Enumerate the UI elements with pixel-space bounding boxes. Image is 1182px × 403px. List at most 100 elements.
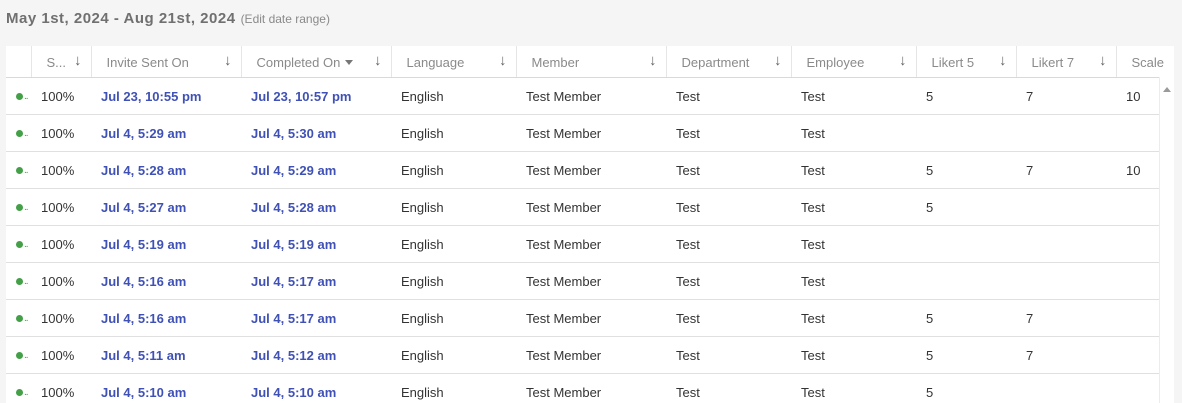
column-header-language[interactable]: Language ↓ [391,46,517,78]
invite-sent-cell[interactable]: Jul 4, 5:10 am [91,373,241,403]
completed-on-cell[interactable]: Jul 4, 5:17 am [241,299,391,337]
status-complete-dot-icon [16,203,23,211]
sort-arrow-icon[interactable]: ↓ [1099,52,1107,69]
column-header-likert-7[interactable]: Likert 7 ↓ [1016,46,1117,78]
table-row[interactable]: .. 100% Jul 4, 5:11 am Jul 4, 5:12 am Englis… [6,336,1174,374]
language-cell-value: English [401,310,444,326]
status-truncation-icon: .. [24,127,28,139]
completed-on-cell-value[interactable]: Jul 4, 5:19 am [251,237,336,252]
completed-on-cell-value[interactable]: Jul 4, 5:10 am [251,385,336,400]
table-header-row: S... ↓ Invite Sent On ↓ Completed On ↓ L… [6,46,1174,78]
invite-sent-cell[interactable]: Jul 4, 5:16 am [91,299,241,337]
invite-sent-cell[interactable]: Jul 4, 5:29 am [91,114,241,152]
completed-on-cell[interactable]: Jul 4, 5:10 am [241,373,391,403]
department-cell-value: Test [676,347,700,363]
column-header-member[interactable]: Member ↓ [516,46,667,78]
status-truncation-icon: .. [24,238,28,250]
completed-on-cell[interactable]: Jul 23, 10:57 pm [241,77,391,115]
responses-table: S... ↓ Invite Sent On ↓ Completed On ↓ L… [6,46,1174,403]
member-cell: Test Member [516,373,666,403]
edit-date-range-link[interactable]: (Edit date range) [241,12,330,26]
table-row[interactable]: .. 100% Jul 4, 5:19 am Jul 4, 5:19 am Englis… [6,225,1174,263]
status-complete-dot-icon [16,92,23,100]
column-header-employee[interactable]: Employee ↓ [791,46,917,78]
completed-on-cell-value[interactable]: Jul 4, 5:17 am [251,274,336,289]
table-row[interactable]: .. 100% Jul 4, 5:29 am Jul 4, 5:30 am Englis… [6,114,1174,152]
table-row[interactable]: .. 100% Jul 23, 10:55 pm Jul 23, 10:57 pm En… [6,77,1174,115]
invite-sent-cell-value[interactable]: Jul 23, 10:55 pm [101,89,201,104]
table-row[interactable]: .. 100% Jul 4, 5:28 am Jul 4, 5:29 am Englis… [6,151,1174,189]
likert-7-cell-value: 7 [1026,347,1034,363]
vertical-scrollbar[interactable] [1159,77,1174,403]
sort-arrow-icon[interactable]: ↓ [899,52,907,69]
likert-7-cell-value: 7 [1026,162,1034,178]
department-cell-value: Test [676,88,700,104]
progress-value: 100% [41,125,75,141]
completed-on-cell[interactable]: Jul 4, 5:30 am [241,114,391,152]
responses-table-card: S... ↓ Invite Sent On ↓ Completed On ↓ L… [6,46,1174,403]
language-cell-value: English [401,273,444,289]
column-header-label: Scale [1131,55,1165,70]
scroll-up-arrow-icon[interactable] [1163,87,1171,92]
member-cell-value: Test Member [526,273,602,289]
invite-sent-cell[interactable]: Jul 4, 5:11 am [91,336,241,374]
sort-arrow-icon[interactable]: ↓ [224,52,232,69]
invite-sent-cell[interactable]: Jul 23, 10:55 pm [91,77,241,115]
status-complete-dot-icon [16,277,23,285]
sort-arrow-icon[interactable]: ↓ [499,52,507,69]
status-cell: .. [6,225,31,263]
invite-sent-cell-value[interactable]: Jul 4, 5:16 am [101,311,186,326]
completed-on-cell[interactable]: Jul 4, 5:19 am [241,225,391,263]
invite-sent-cell-value[interactable]: Jul 4, 5:10 am [101,385,186,400]
completed-on-cell-value[interactable]: Jul 4, 5:12 am [251,348,336,363]
column-header-completed-on[interactable]: Completed On ↓ [241,46,392,78]
sort-arrow-icon[interactable]: ↓ [774,52,782,69]
member-cell-value: Test Member [526,162,602,178]
status-truncation-icon: .. [24,349,28,361]
column-header-invite-sent-on[interactable]: Invite Sent On ↓ [91,46,242,78]
invite-sent-cell-value[interactable]: Jul 4, 5:16 am [101,274,186,289]
invite-sent-cell-value[interactable]: Jul 4, 5:27 am [101,200,186,215]
invite-sent-cell[interactable]: Jul 4, 5:16 am [91,262,241,300]
invite-sent-cell-value[interactable]: Jul 4, 5:19 am [101,237,186,252]
completed-on-cell-value[interactable]: Jul 4, 5:30 am [251,126,336,141]
likert-7-cell: 7 [1016,151,1116,189]
table-row[interactable]: .. 100% Jul 4, 5:10 am Jul 4, 5:10 am Englis… [6,373,1174,403]
invite-sent-cell-value[interactable]: Jul 4, 5:28 am [101,163,186,178]
column-header-label: Member [531,55,580,70]
table-row[interactable]: .. 100% Jul 4, 5:27 am Jul 4, 5:28 am Englis… [6,188,1174,226]
sort-arrow-icon[interactable]: ↓ [374,52,382,69]
sort-arrow-icon[interactable]: ↓ [649,52,657,69]
progress-cell: 100% [31,299,91,337]
column-header-likert-5[interactable]: Likert 5 ↓ [916,46,1017,78]
column-header-department[interactable]: Department ↓ [666,46,792,78]
status-complete-dot-icon [16,240,23,248]
completed-on-cell-value[interactable]: Jul 23, 10:57 pm [251,89,351,104]
invite-sent-cell[interactable]: Jul 4, 5:28 am [91,151,241,189]
completed-on-cell[interactable]: Jul 4, 5:12 am [241,336,391,374]
completed-on-cell-value[interactable]: Jul 4, 5:29 am [251,163,336,178]
sort-arrow-icon[interactable]: ↓ [999,52,1007,69]
completed-on-cell-value[interactable]: Jul 4, 5:17 am [251,311,336,326]
likert-5-cell-value: 5 [926,384,934,400]
completed-on-cell[interactable]: Jul 4, 5:17 am [241,262,391,300]
completed-on-cell[interactable]: Jul 4, 5:28 am [241,188,391,226]
likert-7-cell [1016,262,1116,300]
completed-on-cell-value[interactable]: Jul 4, 5:28 am [251,200,336,215]
status-cell: .. [6,188,31,226]
invite-sent-cell[interactable]: Jul 4, 5:19 am [91,225,241,263]
sort-arrow-icon[interactable]: ↓ [74,52,82,69]
progress-value: 100% [41,88,75,104]
invite-sent-cell-value[interactable]: Jul 4, 5:29 am [101,126,186,141]
column-header-scale[interactable]: Scale [1116,46,1174,78]
employee-cell-value: Test [801,310,825,326]
invite-sent-cell[interactable]: Jul 4, 5:27 am [91,188,241,226]
employee-cell-value: Test [801,162,825,178]
table-row[interactable]: .. 100% Jul 4, 5:16 am Jul 4, 5:17 am Englis… [6,299,1174,337]
column-header-status[interactable]: S... ↓ [31,46,92,78]
table-row[interactable]: .. 100% Jul 4, 5:16 am Jul 4, 5:17 am Englis… [6,262,1174,300]
progress-value: 100% [41,273,75,289]
member-cell: Test Member [516,77,666,115]
completed-on-cell[interactable]: Jul 4, 5:29 am [241,151,391,189]
invite-sent-cell-value[interactable]: Jul 4, 5:11 am [101,348,186,363]
